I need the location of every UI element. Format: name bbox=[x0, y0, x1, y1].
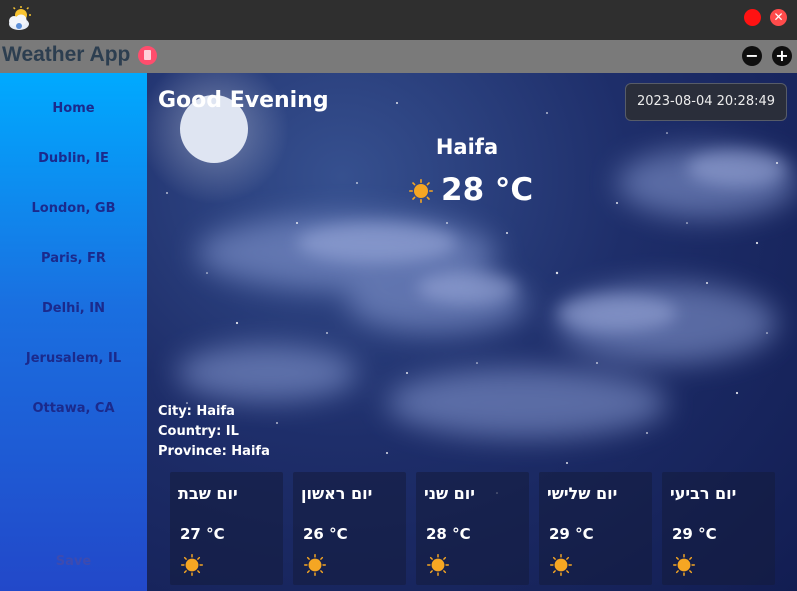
datetime-display: 2023-08-04 20:28:49 bbox=[625, 83, 787, 121]
forecast-day: יום שלישי bbox=[547, 484, 618, 503]
forecast-temp: 26 °C bbox=[303, 525, 348, 543]
info-country: Country: IL bbox=[158, 424, 239, 439]
sun-icon bbox=[181, 554, 203, 576]
sun-icon bbox=[550, 554, 572, 576]
forecast-temp: 29 °C bbox=[672, 525, 717, 543]
sidebar: Home Dublin, IE London, GB Paris, FR Del… bbox=[0, 73, 147, 591]
sidebar-item-paris[interactable]: Paris, FR bbox=[0, 251, 147, 266]
forecast-day: יום שני bbox=[424, 484, 476, 503]
window-titlebar: ✕ bbox=[0, 0, 797, 40]
forecast-card: יום שני 28 °C bbox=[416, 472, 529, 585]
temperature-value: 28 °C bbox=[441, 172, 534, 208]
forecast-card: יום שלישי 29 °C bbox=[539, 472, 652, 585]
sidebar-item-jerusalem[interactable]: Jerusalem, IL bbox=[0, 351, 147, 366]
zoom-out-button[interactable]: − bbox=[742, 46, 762, 66]
current-city-name: Haifa bbox=[435, 135, 499, 159]
forecast-card: יום שבת 27 °C bbox=[170, 472, 283, 585]
forecast-day: יום רביעי bbox=[670, 484, 737, 503]
weather-cloud-sun-icon bbox=[9, 6, 31, 30]
minimize-button[interactable] bbox=[744, 9, 761, 26]
sidebar-item-ottawa[interactable]: Ottawa, CA bbox=[0, 401, 147, 416]
zoom-in-button[interactable]: + bbox=[772, 46, 792, 66]
info-province: Province: Haifa bbox=[158, 444, 270, 459]
info-city: City: Haifa bbox=[158, 404, 235, 419]
sidebar-item-dublin[interactable]: Dublin, IE bbox=[0, 151, 147, 166]
weather-main-panel: Good Evening 2023-08-04 20:28:49 Haifa 2… bbox=[147, 73, 797, 591]
close-icon: ✕ bbox=[773, 10, 784, 24]
close-button[interactable]: ✕ bbox=[770, 9, 787, 26]
forecast-day: יום ראשון bbox=[301, 484, 373, 503]
forecast-day: יום שבת bbox=[178, 484, 238, 503]
sun-icon bbox=[673, 554, 695, 576]
save-button[interactable]: Save bbox=[0, 554, 147, 569]
app-badge-icon[interactable] bbox=[138, 46, 157, 65]
sun-icon bbox=[409, 179, 433, 203]
app-header: Weather App − + bbox=[0, 40, 797, 73]
forecast-temp: 29 °C bbox=[549, 525, 594, 543]
sun-icon bbox=[427, 554, 449, 576]
forecast-card: יום ראשון 26 °C bbox=[293, 472, 406, 585]
sidebar-item-london[interactable]: London, GB bbox=[0, 201, 147, 216]
app-title: Weather App bbox=[2, 43, 131, 66]
greeting-text: Good Evening bbox=[158, 88, 329, 113]
forecast-temp: 27 °C bbox=[180, 525, 225, 543]
forecast-card: יום רביעי 29 °C bbox=[662, 472, 775, 585]
sidebar-item-home[interactable]: Home bbox=[0, 101, 147, 116]
forecast-temp: 28 °C bbox=[426, 525, 471, 543]
sun-icon bbox=[304, 554, 326, 576]
sidebar-item-delhi[interactable]: Delhi, IN bbox=[0, 301, 147, 316]
